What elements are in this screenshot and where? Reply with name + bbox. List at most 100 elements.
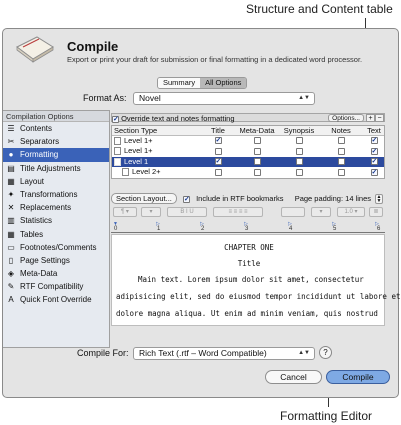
table-row[interactable]: Level 1+ ✓ [112, 146, 384, 157]
cell-text: ✓ [362, 167, 386, 178]
option-item-layout[interactable]: ▦ Layout [3, 175, 109, 188]
ruler[interactable]: ▼ ▷ ▷ ▷ ▷ ▷ ▷ 0 1 2 3 4 5 6 [111, 221, 385, 233]
title-adjustments-icon: ▤ [7, 163, 15, 173]
option-item-formatting[interactable]: ● Formatting [3, 148, 109, 162]
select-arrows-icon: ▲▼ [298, 350, 310, 356]
meta-data-checkbox[interactable] [253, 137, 261, 145]
title-checkbox[interactable] [214, 168, 222, 176]
tab-summary[interactable]: Summary [158, 78, 201, 88]
section-type-label: Level 1 [124, 156, 149, 166]
notes-checkbox[interactable] [337, 147, 345, 155]
option-item-statistics[interactable]: ▥ Statistics [3, 214, 109, 227]
replacements-icon: ✕ [7, 203, 15, 213]
cell-synopsis [278, 146, 320, 157]
notes-checkbox[interactable] [337, 137, 345, 145]
table-row[interactable]: Level 2+ ✓ [112, 167, 384, 178]
editor-title: Title [237, 259, 261, 268]
notes-checkbox[interactable] [337, 168, 345, 176]
structure-content-table: Section Type Title Meta-Data Synopsis No… [111, 125, 385, 179]
synopsis-checkbox[interactable] [295, 147, 303, 155]
option-item-contents[interactable]: ☰ Contents [3, 122, 109, 135]
dialog-title: Compile [67, 39, 119, 54]
column-header-synopsis: Synopsis [283, 126, 315, 135]
separators-icon: ✂ [7, 137, 15, 147]
override-formatting-checkbox[interactable]: ✓ [112, 115, 119, 123]
text-checkbox[interactable]: ✓ [370, 147, 378, 155]
table-row[interactable]: Level 1+ ✓ ✓ [112, 136, 384, 147]
add-level-button[interactable]: + [366, 114, 375, 122]
option-item-separators[interactable]: ✂ Separators [3, 135, 109, 148]
option-item-rtf-compatibility[interactable]: ✎ RTF Compatibility [3, 280, 109, 293]
section-type-cell: Level 1+ [114, 146, 200, 157]
text-color-button[interactable] [281, 207, 305, 217]
cancel-button[interactable]: Cancel [265, 370, 322, 384]
document-icon [122, 168, 129, 177]
line-spacing-button[interactable]: 1.0 ▾ [337, 207, 365, 217]
synopsis-checkbox[interactable] [295, 137, 303, 145]
editor-body-line: Main text. Lorem ipsum dolor sit amet, c… [138, 275, 364, 284]
layout-icon: ▦ [7, 176, 15, 186]
compile-button[interactable]: Compile [326, 370, 390, 384]
option-item-page-settings[interactable]: ▯ Page Settings [3, 254, 109, 267]
formatting-editor[interactable]: CHAPTER ONE Title Main text. Lorem ipsum… [111, 234, 400, 326]
option-item-tables[interactable]: ▦ Tables [3, 228, 109, 241]
format-as-select[interactable]: Novel ▲▼ [133, 92, 315, 105]
option-item-label: Page Settings [20, 255, 70, 265]
synopsis-checkbox[interactable] [295, 168, 303, 176]
table-header-row: Section Type Title Meta-Data Synopsis No… [112, 126, 384, 136]
compile-for-select[interactable]: Rich Text (.rtf – Word Compatible) ▲▼ [133, 347, 315, 360]
compile-for-label: Compile For: [77, 348, 129, 358]
ruler-number: 0 [114, 226, 118, 232]
meta-data-checkbox[interactable] [253, 168, 261, 176]
bold-italic-underline-buttons[interactable]: B I U [167, 207, 207, 217]
text-checkbox[interactable]: ✓ [370, 168, 378, 176]
rtf-bookmarks-checkbox[interactable]: ✓ [182, 195, 190, 203]
option-item-transformations[interactable]: ✦ Transformations [3, 188, 109, 201]
style-menu-button[interactable]: ¶ ▾ [113, 207, 137, 217]
mode-tabs: Summary All Options [157, 77, 248, 89]
footnotes-icon: ▭ [7, 242, 15, 252]
list-button[interactable]: ≣ [369, 207, 383, 217]
option-item-replacements[interactable]: ✕ Replacements [3, 201, 109, 214]
options-button[interactable]: Options... [328, 114, 364, 122]
highlight-button[interactable]: ▾ [311, 207, 331, 217]
title-checkbox[interactable]: ✓ [214, 137, 222, 145]
alignment-buttons[interactable]: ≡ ≡ ≡ ≡ [213, 207, 263, 217]
option-item-footnotes-comments[interactable]: ▭ Footnotes/Comments [3, 241, 109, 254]
section-type-label: Level 1+ [124, 146, 153, 155]
remove-level-button[interactable]: − [375, 114, 384, 122]
text-checkbox[interactable]: ✓ [370, 158, 378, 166]
page-padding-stepper[interactable]: ▲ ▼ [375, 194, 383, 204]
option-item-label: Title Adjustments [20, 163, 81, 173]
synopsis-checkbox[interactable] [295, 158, 303, 166]
cell-notes [320, 136, 362, 147]
cell-meta-data [236, 157, 278, 168]
cell-notes [320, 146, 362, 157]
compile-for-value: Rich Text (.rtf – Word Compatible) [139, 348, 267, 358]
quick-font-override-icon: A [8, 295, 14, 305]
meta-data-checkbox[interactable] [253, 158, 261, 166]
title-checkbox[interactable] [214, 147, 222, 155]
text-checkbox[interactable]: ✓ [370, 137, 378, 145]
table-row[interactable]: Level 1 ✓ ✓ [112, 156, 384, 168]
option-item-title-adjustments[interactable]: ▤ Title Adjustments [3, 162, 109, 175]
option-item-meta-data[interactable]: ◈ Meta-Data [3, 267, 109, 280]
notes-checkbox[interactable] [337, 158, 345, 166]
tab-all-options[interactable]: All Options [200, 78, 247, 88]
option-item-label: Replacements [20, 203, 72, 213]
format-as-label: Format As: [83, 93, 127, 103]
option-item-label: Layout [20, 176, 45, 186]
rtf-bookmarks-label: Include in RTF bookmarks [196, 194, 284, 203]
callout-formatting-editor: Formatting Editor [280, 409, 373, 423]
help-button[interactable]: ? [319, 346, 332, 359]
cell-text: ✓ [362, 146, 386, 157]
option-item-quick-font-override[interactable]: A Quick Font Override [3, 293, 109, 306]
editor-body-line: adipisicing elit, sed do eiusmod tempor … [116, 292, 401, 301]
meta-data-checkbox[interactable] [253, 147, 261, 155]
contents-icon: ☰ [7, 124, 15, 133]
title-checkbox[interactable]: ✓ [214, 158, 222, 166]
section-type-label: Level 1+ [124, 135, 153, 145]
section-layout-button[interactable]: Section Layout... [111, 193, 177, 204]
override-formatting-label: Override text and notes formatting [121, 114, 235, 123]
font-size-button[interactable]: ▾ [141, 207, 161, 217]
